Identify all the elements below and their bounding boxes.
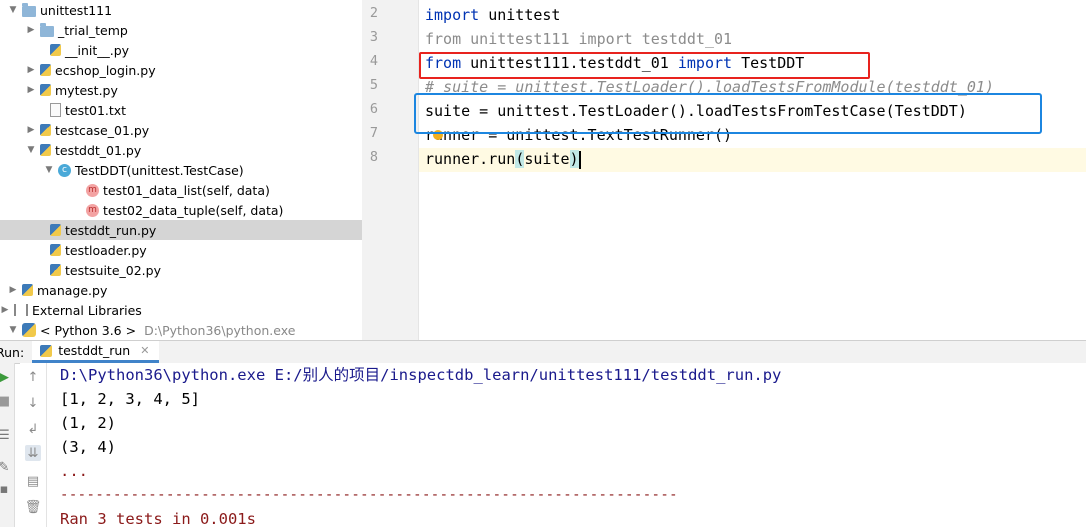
code-line-8[interactable]: runner.run(suite) <box>425 147 581 171</box>
blue-highlight-box <box>414 93 1042 134</box>
line-number: 6 <box>369 101 378 117</box>
line-number: 5 <box>369 77 378 93</box>
chevron-right-icon[interactable]: ▶ <box>26 65 36 75</box>
chevron-down-icon[interactable]: ▼ <box>8 325 18 335</box>
chevron-down-icon[interactable]: ▼ <box>44 165 54 175</box>
console-line: [1, 2, 3, 4, 5] <box>60 390 200 408</box>
tree-item-external-libraries[interactable]: ▶ External Libraries <box>0 300 362 320</box>
play-icon[interactable]: ▶ <box>0 369 12 385</box>
chevron-down-icon[interactable]: ▼ <box>8 5 18 15</box>
tree-item-testsuite-02[interactable]: testsuite_02.py <box>0 260 362 280</box>
method-icon: m <box>86 203 99 217</box>
python-file-icon <box>50 264 61 276</box>
tree-item-mytest[interactable]: ▶ mytest.py <box>0 80 362 100</box>
tree-item-trial-temp[interactable]: ▶ _trial_temp <box>0 20 362 40</box>
console-output[interactable]: D:\Python36\python.exe E:/别人的项目/inspectd… <box>47 363 1086 528</box>
chevron-right-icon[interactable]: ▶ <box>0 305 10 315</box>
run-label: Run: <box>0 344 25 360</box>
chevron-right-icon[interactable]: ▶ <box>26 125 36 135</box>
run-toolbar: Run: testddt_run ✕ <box>0 340 1086 364</box>
trash-icon[interactable]: 🗑 <box>25 499 42 515</box>
python-file-icon <box>40 124 51 136</box>
tree-item-test01-txt[interactable]: test01.txt <box>0 100 362 120</box>
method-icon: m <box>86 183 99 197</box>
folder-icon <box>22 2 36 17</box>
tree-item-testddt-01[interactable]: ▼ testddt_01.py <box>0 140 362 160</box>
code-editor[interactable]: import unittest from unittest111 import … <box>419 0 1086 340</box>
python-sdk-path: D:\Python36\python.exe <box>144 322 296 338</box>
tree-item-testcase-01[interactable]: ▶ testcase_01.py <box>0 120 362 140</box>
line-number: 3 <box>369 29 378 45</box>
python-file-icon <box>22 284 33 296</box>
chevron-right-icon[interactable]: ▶ <box>8 285 18 295</box>
python-file-icon <box>50 44 61 56</box>
python-file-icon <box>40 144 51 156</box>
arrow-up-icon[interactable]: ↑ <box>25 369 41 385</box>
tree-item-manage[interactable]: ▶ manage.py <box>0 280 362 300</box>
chevron-down-icon[interactable]: ▼ <box>26 145 36 155</box>
python-run-icon <box>40 344 53 357</box>
tree-item-testddt-class[interactable]: ▼ c TestDDT(unittest.TestCase) <box>0 160 362 180</box>
line-number: 4 <box>369 53 378 69</box>
python-file-icon <box>50 224 61 236</box>
python-file-icon <box>40 84 51 96</box>
console-separator: ----------------------------------------… <box>60 487 679 503</box>
layout-icon[interactable]: ☰ <box>0 427 12 443</box>
tree-item-testloader[interactable]: testloader.py <box>0 240 362 260</box>
editor-gutter: 2 3 4 5 6 7 8 <box>362 0 419 340</box>
console-toolbar: ↑ ↓ ↲ ⇊ ▤ 🗑 <box>20 363 47 527</box>
console-line: (3, 4) <box>60 438 116 456</box>
close-icon[interactable]: ✕ <box>140 344 149 357</box>
python-file-icon <box>40 64 51 76</box>
tree-item-testddt-run[interactable]: testddt_run.py <box>0 220 362 240</box>
console-line: D:\Python36\python.exe E:/别人的项目/inspectd… <box>60 366 782 384</box>
tree-item-test02-data-tuple[interactable]: m test02_data_tuple(self, data) <box>0 200 362 220</box>
console-line: Ran 3 tests in 0.001s <box>60 510 256 528</box>
line-number: 7 <box>369 125 378 141</box>
tree-item-python-sdk[interactable]: ▼ < Python 3.6 > D:\Python36\python.exe <box>0 320 362 340</box>
class-icon: c <box>58 163 71 177</box>
chevron-right-icon[interactable]: ▶ <box>26 25 36 35</box>
soft-wrap-icon[interactable]: ↲ <box>25 421 41 437</box>
tree-item-init-py[interactable]: __init__.py <box>0 40 362 60</box>
code-line-3[interactable]: from unittest111 import testddt_01 <box>425 27 732 51</box>
folder-icon <box>40 22 54 37</box>
pin-icon[interactable]: ✎ <box>0 459 12 475</box>
stop-icon[interactable]: ■ <box>0 393 12 409</box>
arrow-down-icon[interactable]: ↓ <box>25 395 41 411</box>
tree-item-unittest111[interactable]: ▼ unittest111 <box>0 0 362 20</box>
line-number: 8 <box>369 149 378 165</box>
run-left-toolbar: ▶ ■ ☰ ✎ ▪ <box>0 363 15 527</box>
python-file-icon <box>50 244 61 256</box>
python-icon <box>22 323 36 337</box>
print-icon[interactable]: ▤ <box>25 473 41 489</box>
console-line: (1, 2) <box>60 414 116 432</box>
library-icon <box>14 304 28 316</box>
scroll-to-end-icon[interactable]: ⇊ <box>25 445 41 461</box>
text-caret <box>578 150 581 169</box>
line-number: 2 <box>369 5 378 21</box>
console-line: ... <box>60 462 88 480</box>
settings-icon[interactable]: ▪ <box>0 481 12 497</box>
code-line-2[interactable]: import unittest <box>425 3 560 27</box>
text-file-icon <box>50 103 61 117</box>
project-tree: ▼ unittest111 ▶ _trial_temp __init__.py … <box>0 0 363 340</box>
red-highlight-box <box>419 52 870 79</box>
tab-testddt-run[interactable]: testddt_run ✕ <box>32 341 160 363</box>
chevron-right-icon[interactable]: ▶ <box>26 85 36 95</box>
tree-item-test01-data-list[interactable]: m test01_data_list(self, data) <box>0 180 362 200</box>
tree-item-ecshop-login[interactable]: ▶ ecshop_login.py <box>0 60 362 80</box>
